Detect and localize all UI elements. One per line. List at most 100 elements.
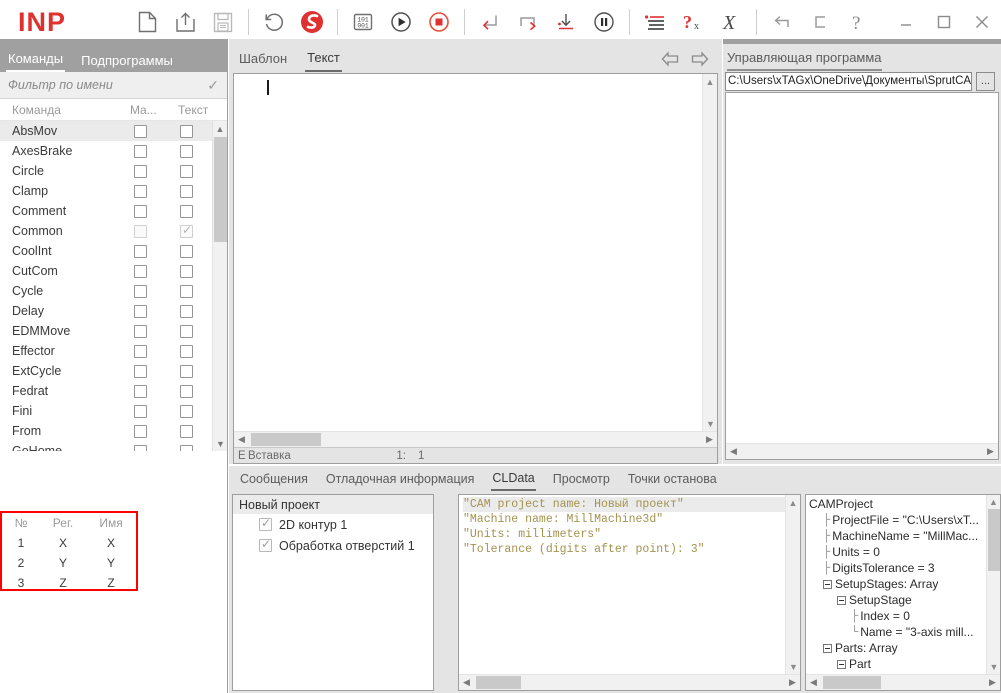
macro-checkbox-cell[interactable]	[130, 325, 178, 338]
scroll-left-icon[interactable]: ◀	[459, 677, 474, 688]
table-row[interactable]: Common	[0, 221, 227, 241]
macro-checkbox-cell[interactable]	[130, 285, 178, 298]
tab-debug-info[interactable]: Отладочная информация	[325, 469, 476, 490]
help-icon[interactable]: ?	[839, 2, 877, 42]
macro-checkbox-cell[interactable]	[130, 265, 178, 278]
cldata-line[interactable]: "CAM project name: Новый проект"	[463, 497, 785, 512]
scrollbar-thumb[interactable]	[251, 433, 321, 446]
table-row[interactable]: Cycle	[0, 281, 227, 301]
back-icon[interactable]	[763, 2, 801, 42]
nav-back-icon[interactable]	[660, 49, 680, 69]
macro-checkbox-cell[interactable]	[130, 425, 178, 438]
step-out-icon[interactable]	[547, 2, 585, 42]
macro-checkbox[interactable]	[134, 265, 147, 278]
scroll-up-icon[interactable]: ▲	[213, 121, 227, 136]
editor-text-area[interactable]	[234, 74, 702, 431]
text-checkbox[interactable]	[180, 325, 193, 338]
program-output-view[interactable]: ◀ ▶	[725, 92, 999, 460]
editor-horizontal-scrollbar[interactable]: ◀ ▶	[234, 431, 717, 447]
tree-row[interactable]: SetupStages: Array	[806, 576, 986, 592]
text-checkbox[interactable]	[180, 365, 193, 378]
scroll-right-icon[interactable]: ▶	[785, 677, 800, 688]
macro-checkbox[interactable]	[134, 325, 147, 338]
cldata-line[interactable]: "Machine name: MillMachine3d"	[463, 512, 785, 527]
scrollbar-thumb[interactable]	[988, 509, 1000, 571]
watch-variable-icon[interactable]: ?x	[674, 2, 712, 42]
step-into-icon[interactable]	[471, 2, 509, 42]
nav-forward-icon[interactable]	[690, 49, 710, 69]
table-row[interactable]: Clamp	[0, 181, 227, 201]
open-file-icon[interactable]	[166, 2, 204, 42]
tab-subprograms[interactable]: Подпрограммы	[79, 51, 175, 72]
scroll-left-icon[interactable]: ◀	[234, 434, 249, 445]
scroll-left-icon[interactable]: ◀	[726, 446, 741, 457]
macro-checkbox[interactable]	[134, 445, 147, 452]
scroll-up-icon[interactable]: ▲	[703, 74, 717, 89]
scrollbar-thumb[interactable]	[476, 676, 521, 689]
table-row[interactable]: 1XX	[2, 533, 136, 553]
property-tree-vertical-scrollbar[interactable]: ▲ ▼	[986, 495, 1000, 674]
macro-checkbox[interactable]	[134, 425, 147, 438]
operation-checkbox[interactable]	[259, 518, 272, 531]
tab-cldata[interactable]: CLData	[491, 468, 535, 491]
register-table[interactable]: № Рег. Имя 1XX2YY3ZZ	[0, 511, 138, 591]
tab-text[interactable]: Текст	[305, 46, 342, 72]
table-row[interactable]: Fini	[0, 401, 227, 421]
macro-checkbox[interactable]	[134, 385, 147, 398]
macro-checkbox-cell[interactable]	[130, 365, 178, 378]
table-row[interactable]: CoolInt	[0, 241, 227, 261]
macro-checkbox[interactable]	[134, 345, 147, 358]
text-checkbox[interactable]	[180, 205, 193, 218]
text-checkbox[interactable]	[180, 185, 193, 198]
text-checkbox[interactable]	[180, 165, 193, 178]
table-row[interactable]: 3ZZ	[2, 573, 136, 593]
table-row[interactable]: ExtCycle	[0, 361, 227, 381]
minimize-button[interactable]	[887, 2, 925, 42]
clear-variable-icon[interactable]: X	[712, 2, 750, 42]
save-icon[interactable]	[204, 2, 242, 42]
scroll-down-icon[interactable]: ▼	[213, 436, 227, 451]
filter-input[interactable]: Фильтр по имени	[8, 78, 207, 92]
cldata-horizontal-scrollbar[interactable]: ◀ ▶	[459, 674, 800, 690]
text-checkbox[interactable]	[180, 225, 193, 238]
macro-checkbox-cell[interactable]	[130, 245, 178, 258]
scrollbar-track[interactable]	[249, 432, 702, 447]
scroll-up-icon[interactable]: ▲	[786, 495, 800, 510]
property-tree-horizontal-scrollbar[interactable]: ◀ ▶	[806, 674, 1000, 690]
cldata-lines[interactable]: "CAM project name: Новый проект""Machine…	[459, 495, 785, 674]
breakpoint-list-icon[interactable]	[636, 2, 674, 42]
tree-row[interactable]: CAMProject	[806, 496, 986, 512]
list-item[interactable]: 2D контур 1	[233, 514, 433, 535]
tree-row[interactable]: ├Units = 0	[806, 544, 986, 560]
macro-checkbox[interactable]	[134, 205, 147, 218]
pause-icon[interactable]	[585, 2, 623, 42]
cldata-line[interactable]: "Tolerance (digits after point): 3"	[463, 542, 785, 557]
macro-checkbox-cell[interactable]	[130, 145, 178, 158]
undo-reload-icon[interactable]	[255, 2, 293, 42]
browse-button[interactable]: ...	[976, 72, 995, 91]
macro-checkbox-cell[interactable]	[130, 385, 178, 398]
scroll-right-icon[interactable]: ▶	[985, 677, 1000, 688]
text-checkbox[interactable]	[180, 405, 193, 418]
macro-checkbox-cell[interactable]	[130, 165, 178, 178]
new-file-icon[interactable]	[128, 2, 166, 42]
text-checkbox[interactable]	[180, 425, 193, 438]
property-tree[interactable]: CAMProject├ProjectFile = "C:\Users\xT...…	[805, 494, 1001, 691]
table-row[interactable]: Comment	[0, 201, 227, 221]
command-list-scrollbar[interactable]: ▲ ▼	[212, 121, 227, 451]
macro-checkbox-cell[interactable]	[130, 185, 178, 198]
macro-checkbox[interactable]	[134, 285, 147, 298]
cldata-view[interactable]: "CAM project name: Новый проект""Machine…	[458, 494, 801, 691]
macro-checkbox-cell[interactable]	[130, 125, 178, 138]
scroll-down-icon[interactable]: ▼	[786, 659, 801, 674]
text-checkbox[interactable]	[180, 385, 193, 398]
macro-checkbox-cell[interactable]	[130, 305, 178, 318]
table-row[interactable]: Effector	[0, 341, 227, 361]
macro-checkbox[interactable]	[134, 165, 147, 178]
cldata-line[interactable]: "Units: millimeters"	[463, 527, 785, 542]
table-row[interactable]: CutCom	[0, 261, 227, 281]
table-row[interactable]: AbsMov	[0, 121, 227, 141]
tab-template[interactable]: Шаблон	[237, 47, 289, 71]
tree-row[interactable]: Part	[806, 656, 986, 672]
cldata-vertical-scrollbar[interactable]: ▲ ▼	[785, 495, 800, 674]
